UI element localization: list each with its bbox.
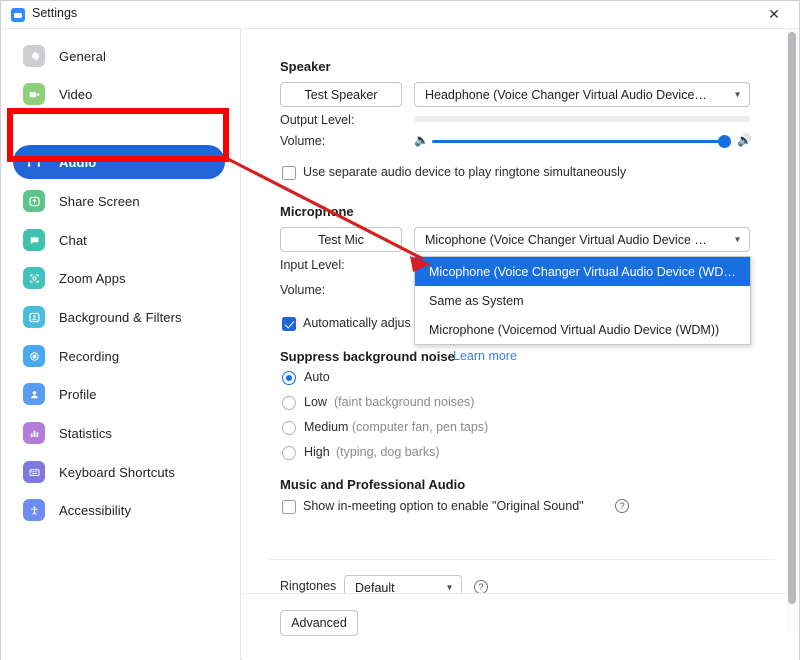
sidebar-item-label: Profile [59, 386, 97, 402]
settings-window: Settings ✕ General Video Audio Share Scr… [0, 0, 800, 660]
microphone-device-value: Micophone (Voice Changer Virtual Audio D… [425, 232, 707, 247]
sidebar-item-background-filters[interactable]: Background & Filters [13, 300, 225, 334]
record-icon [23, 345, 45, 367]
accessibility-icon [23, 499, 45, 521]
output-level-label: Output Level: [280, 113, 355, 127]
sidebar-item-share-screen[interactable]: Share Screen [13, 184, 225, 218]
person-icon [23, 383, 45, 405]
chevron-down-icon: ▾ [446, 582, 452, 593]
dropdown-option[interactable]: Microphone (Voicemod Virtual Audio Devic… [415, 315, 750, 344]
sidebar-item-audio[interactable]: Audio [13, 145, 225, 179]
scrollbar-thumb[interactable] [788, 32, 796, 604]
noise-option-medium-radio[interactable] [282, 421, 296, 435]
music-pro-audio-heading: Music and Professional Audio [280, 477, 466, 492]
chat-bubble-icon [23, 229, 45, 251]
noise-option-auto-radio[interactable] [282, 371, 296, 385]
microphone-device-select[interactable]: Micophone (Voice Changer Virtual Audio D… [414, 227, 750, 252]
sidebar-item-accessibility[interactable]: Accessibility [13, 493, 225, 527]
speaker-high-icon: 🔊 [737, 133, 752, 147]
speaker-heading: Speaker [280, 59, 331, 74]
chevron-down-icon: ▾ [734, 89, 740, 100]
separate-ringtone-device-checkbox[interactable] [282, 166, 296, 180]
sidebar-item-label: Recording [59, 348, 120, 364]
sidebar-item-label: Chat [59, 232, 87, 248]
noise-option-high-label: High [304, 445, 330, 459]
zoom-logo-icon [11, 8, 25, 22]
test-speaker-button[interactable]: Test Speaker [280, 82, 402, 107]
sidebar-item-label: Video [59, 86, 93, 102]
noise-option-medium-hint: (computer fan, pen taps) [352, 420, 489, 434]
ringtones-label: Ringtones [280, 579, 337, 593]
noise-option-high-radio[interactable] [282, 446, 296, 460]
sidebar-item-label: Accessibility [59, 502, 132, 518]
question-mark-icon[interactable]: ? [474, 580, 488, 594]
noise-option-low-radio[interactable] [282, 396, 296, 410]
sidebar: General Video Audio Share Screen Chat Zo… [1, 29, 241, 660]
bar-chart-icon [23, 422, 45, 444]
sidebar-item-recording[interactable]: Recording [13, 339, 225, 373]
footer-bar: Advanced [242, 593, 799, 660]
sidebar-item-general[interactable]: General [13, 39, 225, 73]
person-frame-icon [23, 306, 45, 328]
sidebar-item-label: Keyboard Shortcuts [59, 464, 175, 480]
advanced-button[interactable]: Advanced [280, 610, 358, 636]
auto-adjust-mic-checkbox[interactable] [282, 317, 296, 331]
noise-option-high-hint: (typing, dog barks) [336, 445, 440, 459]
noise-option-low-hint: (faint background noises) [334, 395, 475, 409]
dropdown-option[interactable]: Micophone (Voice Changer Virtual Audio D… [415, 257, 750, 286]
sidebar-item-label: General [59, 48, 106, 64]
chevron-down-icon: ▾ [734, 234, 740, 245]
sidebar-item-chat[interactable]: Chat [13, 223, 225, 257]
sidebar-item-zoom-apps[interactable]: Zoom Apps [13, 261, 225, 295]
speaker-device-select[interactable]: Headphone (Voice Changer Virtual Audio D… [414, 82, 750, 107]
speaker-low-icon: 🔈 [414, 133, 429, 147]
learn-more-link[interactable]: Learn more [453, 349, 517, 363]
speaker-volume-label: Volume: [280, 134, 326, 148]
sidebar-item-statistics[interactable]: Statistics [13, 416, 225, 450]
main-scrollbar[interactable] [786, 29, 798, 632]
keyboard-icon [23, 461, 45, 483]
suppress-noise-heading: Suppress background noise [280, 349, 455, 364]
share-screen-icon [23, 190, 45, 212]
zoom-apps-icon [23, 267, 45, 289]
sidebar-item-profile[interactable]: Profile [13, 377, 225, 411]
section-divider [268, 559, 774, 560]
original-sound-label: Show in-meeting option to enable "Origin… [303, 499, 584, 513]
gear-icon [23, 45, 45, 67]
title-bar: Settings ✕ [1, 1, 799, 29]
speaker-volume-track[interactable] [432, 140, 724, 143]
sidebar-item-label: Statistics [59, 425, 113, 441]
speaker-volume-knob[interactable] [718, 135, 731, 148]
microphone-device-dropdown[interactable]: Micophone (Voice Changer Virtual Audio D… [414, 256, 751, 345]
noise-option-low-label: Low [304, 395, 327, 409]
window-title: Settings [32, 6, 78, 20]
separate-ringtone-device-label: Use separate audio device to play ringto… [303, 165, 627, 179]
noise-option-auto-label: Auto [304, 370, 330, 384]
headphones-icon [23, 151, 45, 173]
sidebar-item-keyboard-shortcuts[interactable]: Keyboard Shortcuts [13, 455, 225, 489]
input-level-label: Input Level: [280, 258, 345, 272]
close-icon[interactable]: ✕ [753, 1, 795, 28]
original-sound-checkbox[interactable] [282, 500, 296, 514]
microphone-volume-label: Volume: [280, 283, 326, 297]
sidebar-item-label: Background & Filters [59, 309, 182, 325]
noise-option-medium-label: Medium [304, 420, 349, 434]
sidebar-item-label: Audio [59, 154, 97, 170]
dropdown-option[interactable]: Same as System [415, 286, 750, 315]
sidebar-item-label: Share Screen [59, 193, 140, 209]
sidebar-item-label: Zoom Apps [59, 270, 126, 286]
sidebar-item-video[interactable]: Video [13, 77, 225, 111]
output-level-meter [414, 116, 750, 122]
auto-adjust-mic-label: Automatically adjus [303, 316, 411, 330]
test-mic-button[interactable]: Test Mic [280, 227, 402, 252]
video-camera-icon [23, 83, 45, 105]
question-mark-icon[interactable]: ? [615, 499, 629, 513]
microphone-heading: Microphone [280, 204, 354, 219]
speaker-device-value: Headphone (Voice Changer Virtual Audio D… [425, 87, 707, 102]
